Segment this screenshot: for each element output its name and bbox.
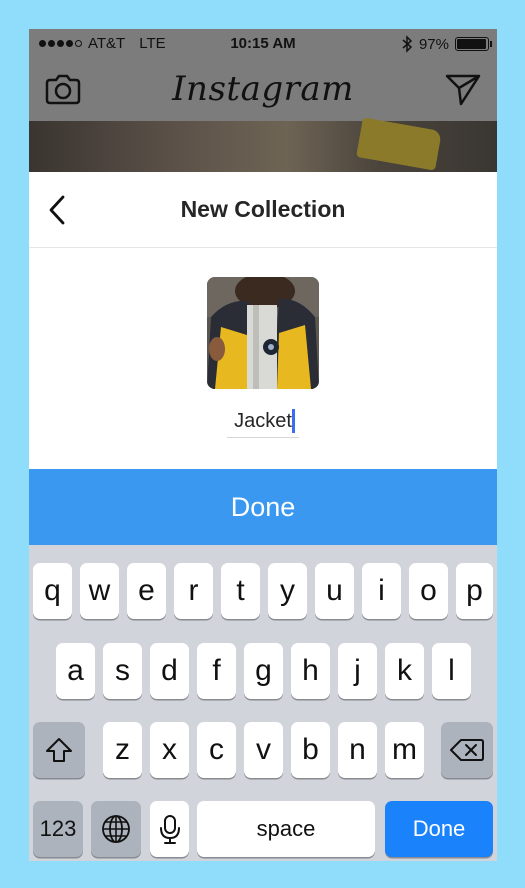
page-title: New Collection <box>180 196 346 222</box>
key-i[interactable]: i <box>362 563 401 619</box>
key-h[interactable]: h <box>291 643 330 699</box>
battery-icon <box>455 37 492 51</box>
key-w[interactable]: w <box>80 563 119 619</box>
key-m[interactable]: m <box>385 722 424 778</box>
key-p[interactable]: p <box>456 563 493 619</box>
key-g[interactable]: g <box>244 643 283 699</box>
space-key[interactable]: space <box>197 801 375 857</box>
key-s[interactable]: s <box>103 643 142 699</box>
key-c[interactable]: c <box>197 722 236 778</box>
instagram-header: Instagram <box>29 59 497 121</box>
key-e[interactable]: e <box>127 563 166 619</box>
key-a[interactable]: a <box>56 643 95 699</box>
background-feed: AT&T LTE 10:15 AM 97% Instagram <box>29 29 497 172</box>
key-z[interactable]: z <box>103 722 142 778</box>
key-r[interactable]: r <box>174 563 213 619</box>
key-f[interactable]: f <box>197 643 236 699</box>
backspace-icon <box>450 739 484 761</box>
bluetooth-icon <box>402 35 413 53</box>
key-b[interactable]: b <box>291 722 330 778</box>
key-j[interactable]: j <box>338 643 377 699</box>
paper-plane-icon[interactable] <box>445 73 481 112</box>
collection-name-input[interactable] <box>227 406 299 438</box>
instagram-logo: Instagram <box>172 69 354 109</box>
key-k[interactable]: k <box>385 643 424 699</box>
key-x[interactable]: x <box>150 722 189 778</box>
globe-icon <box>102 815 130 843</box>
text-cursor <box>292 409 295 433</box>
microphone-icon <box>159 815 180 844</box>
numbers-key[interactable]: 123 <box>33 801 83 857</box>
key-n[interactable]: n <box>338 722 377 778</box>
key-q[interactable]: q <box>33 563 72 619</box>
keyboard-done-key[interactable]: Done <box>385 801 493 857</box>
collection-cover-image[interactable] <box>207 277 319 389</box>
shift-icon <box>46 738 72 762</box>
delete-key[interactable] <box>441 722 493 778</box>
key-y[interactable]: y <box>268 563 307 619</box>
phone-screen: AT&T LTE 10:15 AM 97% Instagram New Coll… <box>29 29 497 861</box>
key-v[interactable]: v <box>244 722 283 778</box>
done-button[interactable]: Done <box>29 469 497 545</box>
status-bar: AT&T LTE 10:15 AM 97% <box>29 29 497 59</box>
shift-key[interactable] <box>33 722 85 778</box>
key-t[interactable]: t <box>221 563 260 619</box>
key-u[interactable]: u <box>315 563 354 619</box>
key-o[interactable]: o <box>409 563 448 619</box>
globe-key[interactable] <box>91 801 141 857</box>
key-d[interactable]: d <box>150 643 189 699</box>
key-l[interactable]: l <box>432 643 471 699</box>
sheet-header: New Collection <box>29 172 497 248</box>
keyboard: q w e r t y u i o p a s d f g h j k l z … <box>29 545 497 861</box>
battery-percent: 97% <box>418 35 449 53</box>
dictation-key[interactable] <box>150 801 189 857</box>
